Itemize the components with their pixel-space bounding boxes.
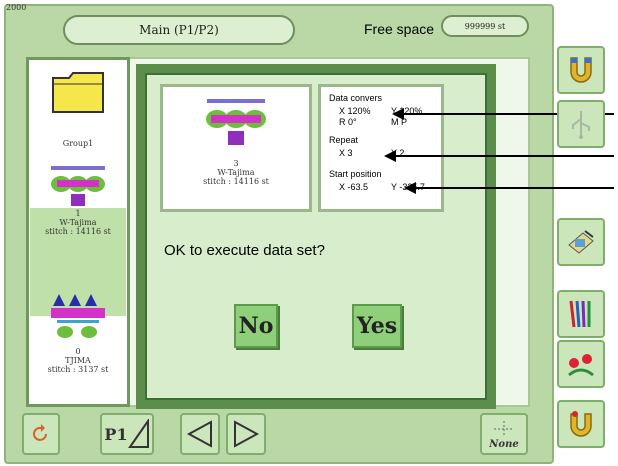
list-item-label: Group1 [62, 139, 94, 148]
repeat-label: Repeat [329, 135, 359, 145]
p1-button[interactable]: P1 [100, 413, 154, 455]
dialog-thumb-name: W-Tajima [217, 168, 255, 178]
prev-icon [186, 420, 212, 448]
undo-icon [570, 411, 592, 437]
dialog-thumbnail: 3 W-Tajima stitch : 14116 st [160, 84, 312, 212]
magnet-icon [570, 57, 592, 83]
next-icon [234, 420, 260, 448]
dialog-thumb-stitch: stitch : 14116 st [203, 177, 269, 187]
edit-button[interactable] [557, 218, 605, 266]
design-view-button[interactable] [557, 340, 605, 388]
data-conversion-label: Data convers [329, 93, 383, 103]
dialog-thumb-number: 3 [233, 159, 239, 168]
threads-icon [569, 300, 591, 328]
design-thumbnail-icon [51, 166, 105, 206]
design-thumbnail-icon [51, 294, 105, 338]
list-item-stitch: stitch : 14116 st [45, 226, 111, 236]
design-thumbnail-icon [206, 99, 266, 145]
cursor-icon [127, 419, 149, 448]
list-item[interactable]: 0 TJIMA stitch : 3137 st [33, 347, 123, 374]
none-button[interactable]: None [480, 413, 528, 455]
none-label: None [489, 438, 519, 450]
callout-arrow [384, 150, 614, 162]
free-space-value: 999999 st [441, 15, 529, 37]
usb-icon [572, 111, 590, 139]
thread-color-button[interactable] [557, 290, 605, 338]
repeat-x-value: X 3 [339, 148, 353, 158]
design-list[interactable]: Group1 1 W-Tajima stitch : 14116 st 0 TJ… [26, 57, 130, 407]
list-item: 1 W-Tajima stitch : 14116 st [33, 209, 123, 236]
x-scale-value: X 120% [339, 106, 371, 116]
page-title: Main (P1/P2) [63, 15, 295, 45]
edit-icon [568, 230, 594, 254]
callout-arrow [404, 182, 614, 194]
list-item[interactable]: Group1 [33, 139, 123, 149]
data-set-info: Data convers X 120% Y 120% R 0° M P Repe… [318, 84, 444, 212]
start-position-label: Start position [329, 169, 382, 179]
start-x-value: X -63.5 [339, 182, 369, 192]
list-item-stitch: stitch : 3137 st [47, 364, 109, 374]
p1-label: P1 [104, 424, 128, 444]
next-button[interactable] [226, 413, 266, 455]
free-space-label: Free space [364, 21, 435, 37]
previous-button[interactable] [180, 413, 220, 455]
reset-button[interactable] [22, 413, 60, 455]
yes-button[interactable]: Yes [352, 304, 402, 348]
dialog-thumb-caption: 3 W-Tajima stitch : 14116 st [163, 159, 309, 187]
usb-button[interactable] [557, 100, 605, 148]
confirm-question: OK to execute data set? [164, 242, 325, 259]
magnet-button[interactable] [557, 46, 605, 94]
undo-magnet-button[interactable] [557, 400, 605, 448]
screen-code: 2000 [6, 3, 27, 12]
no-button[interactable]: No [234, 304, 278, 348]
frame-grid-icon [494, 420, 514, 437]
rotation-value: R 0° [339, 117, 357, 127]
back-icon [33, 424, 47, 441]
flowers-icon [568, 354, 594, 377]
screen: 2000 Main (P1/P2) Free space 999999 st G… [0, 0, 618, 466]
folder-icon [52, 72, 104, 113]
